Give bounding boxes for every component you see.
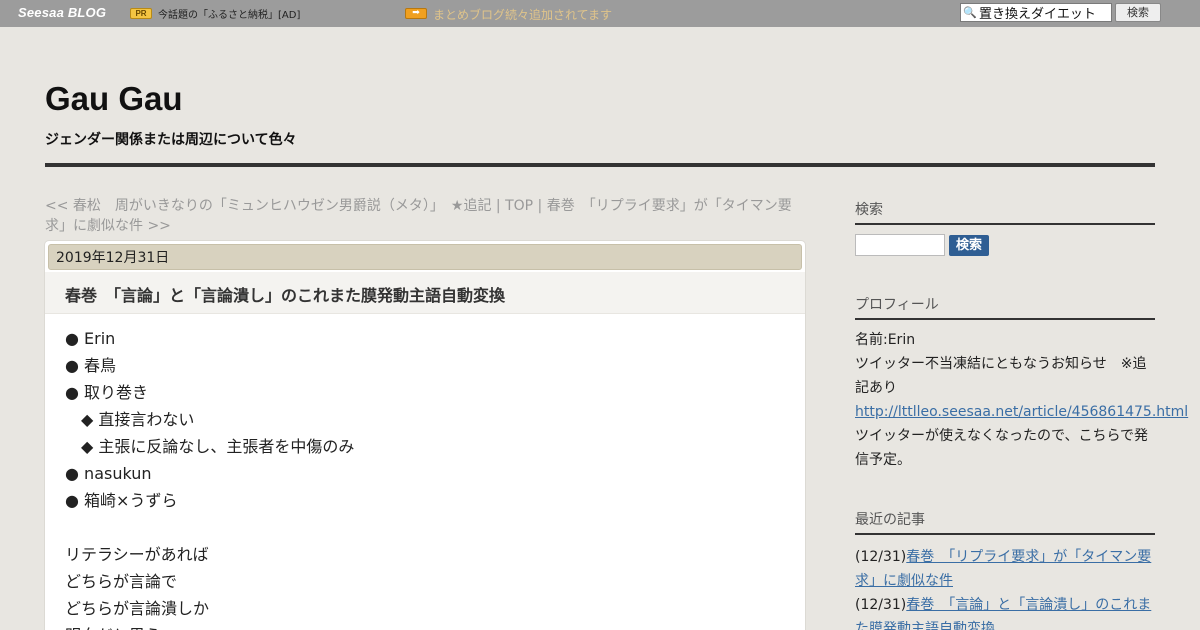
article-line: ● 取り巻き xyxy=(65,383,149,402)
article-body: ● Erin ● 春鳥 ● 取り巻き ◆ 直接言わない ◆ 主張に反論なし、主張… xyxy=(65,325,785,630)
top-link[interactable]: TOP xyxy=(505,198,533,214)
recent-article-link[interactable]: 求」に劇似な件 xyxy=(855,573,953,589)
top-bar: Seesaa BLOG PR 今話題の「ふるさと納税」[AD] ➡ まとめブログ… xyxy=(0,0,1200,27)
article-line: ● 箱崎×うずら xyxy=(65,491,178,510)
article-date: 2019年12月31日 xyxy=(48,244,802,270)
sidebar-search-heading: 検索 xyxy=(855,200,1155,225)
sidebar-profile-heading: プロフィール xyxy=(855,295,1155,320)
topic-path: << 春松 周がいきなりの「ミュンヒハウゼン男爵説（メタ）」 ★追記 | TOP… xyxy=(45,196,810,236)
article-line: ◆ 直接言わない xyxy=(81,410,195,429)
recent-date: (12/31) xyxy=(855,597,907,613)
sidebar-profile-block: プロフィール 名前:Erin ツイッター不当凍結にともなうお知らせ ※追 記あり… xyxy=(855,295,1188,472)
profile-notice: ツイッター不当凍結にともなうお知らせ ※追 xyxy=(855,356,1147,372)
pr-ad-link[interactable]: 今話題の「ふるさと納税」[AD] xyxy=(158,6,300,21)
article-title-bar: 春巻 「言論」と「言論潰し」のこれまた膜発動主語自動変換 xyxy=(45,272,805,314)
list-item: (12/31)春巻 「言論」と「言論潰し」のこれま xyxy=(855,593,1155,617)
recent-article-link[interactable]: 春巻 「言論」と「言論潰し」のこれま xyxy=(906,597,1151,613)
article-line: どちらが言論潰しか xyxy=(65,599,210,618)
profile-after: ツイッターが使えなくなったので、こちらで発 xyxy=(855,428,1149,444)
article-line: ● 春鳥 xyxy=(65,356,117,375)
top-search-button[interactable]: 検索 xyxy=(1115,3,1161,22)
profile-after: 信予定。 xyxy=(855,452,911,468)
separator: | xyxy=(491,198,506,214)
seesaa-blog-logo[interactable]: Seesaa BLOG xyxy=(18,5,106,20)
blog-subtitle: ジェンダー関係または周辺について色々 xyxy=(45,132,297,148)
profile-link[interactable]: http://lttlleo.seesaa.net/article/456861… xyxy=(855,404,1188,420)
promo-link[interactable]: まとめブログ続々追加されてます xyxy=(433,6,612,23)
profile-notice: 記あり xyxy=(855,380,897,396)
sidebar-recent-heading: 最近の記事 xyxy=(855,510,1155,535)
article-line: ● nasukun xyxy=(65,464,152,483)
prev-article-link[interactable]: << 春松 周がいきなりの「ミュンヒハウゼン男爵説（メタ）」 ★追記 xyxy=(45,198,491,214)
recent-article-link[interactable]: 春巻 「リプライ要求」が「タイマン要 xyxy=(906,549,1151,565)
separator: | xyxy=(533,198,547,214)
header-divider xyxy=(45,163,1155,167)
list-item: (12/31)春巻 「リプライ要求」が「タイマン要 xyxy=(855,545,1155,569)
sidebar-search-block: 検索 xyxy=(855,200,1155,225)
article-line: ● Erin xyxy=(65,329,116,348)
profile-name: 名前:Erin xyxy=(855,332,916,348)
article-line xyxy=(65,514,785,541)
sidebar-recent-block: 最近の記事 (12/31)春巻 「リプライ要求」が「タイマン要 求」に劇似な件 … xyxy=(855,510,1155,630)
pr-badge: PR xyxy=(130,8,152,19)
recent-list: (12/31)春巻 「リプライ要求」が「タイマン要 求」に劇似な件 (12/31… xyxy=(855,545,1155,630)
article-line: どちらが言論で xyxy=(65,572,178,591)
profile-content: 名前:Erin ツイッター不当凍結にともなうお知らせ ※追 記あり http:/… xyxy=(855,328,1188,472)
blog-title[interactable]: Gau Gau xyxy=(45,80,183,118)
article-line: リテラシーがあれば xyxy=(65,545,209,564)
article: 2019年12月31日 春巻 「言論」と「言論潰し」のこれまた膜発動主語自動変換… xyxy=(45,241,805,630)
top-search-input[interactable] xyxy=(979,5,1109,20)
article-line: ◆ 主張に反論なし、主張者を中傷のみ xyxy=(81,437,355,456)
article-title[interactable]: 春巻 「言論」と「言論潰し」のこれまた膜発動主語自動変換 xyxy=(65,282,505,306)
search-icon: 🔍 xyxy=(963,6,977,19)
recent-article-link[interactable]: た膜発動主語自動変換 xyxy=(855,621,995,630)
arrow-right-icon: ➡ xyxy=(405,8,427,19)
sidebar-search-button[interactable]: 検索 xyxy=(949,235,989,256)
sidebar-search-input[interactable] xyxy=(855,234,945,256)
article-line: 明白だと思う xyxy=(65,622,785,630)
recent-date: (12/31) xyxy=(855,549,907,565)
top-search-box: 🔍 xyxy=(960,3,1112,22)
